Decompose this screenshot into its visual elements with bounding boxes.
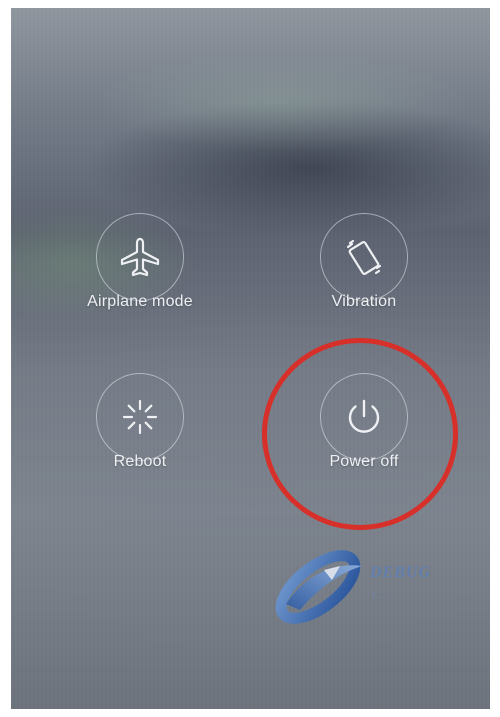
airplane-icon [120,237,160,277]
watermark-text: DEBUG [370,564,432,581]
reboot-icon [122,399,158,435]
vibration-ring [320,213,408,301]
swoosh-logo-icon [275,550,362,624]
airplane-mode-button[interactable]: Airplane mode [55,213,225,333]
reboot-label: Reboot [113,453,167,470]
vibration-button[interactable]: Vibration [279,213,449,333]
vibration-phone-icon [346,239,382,275]
watermark-logo: DEBUG C... [266,544,481,630]
airplane-mode-label: Airplane mode [87,293,193,310]
reboot-ring [96,373,184,461]
vibration-label: Vibration [331,293,397,310]
reboot-button[interactable]: Reboot [55,373,225,493]
airplane-mode-ring [96,213,184,301]
watermark-subtext: C... [372,590,391,601]
red-highlight-circle [262,338,458,530]
